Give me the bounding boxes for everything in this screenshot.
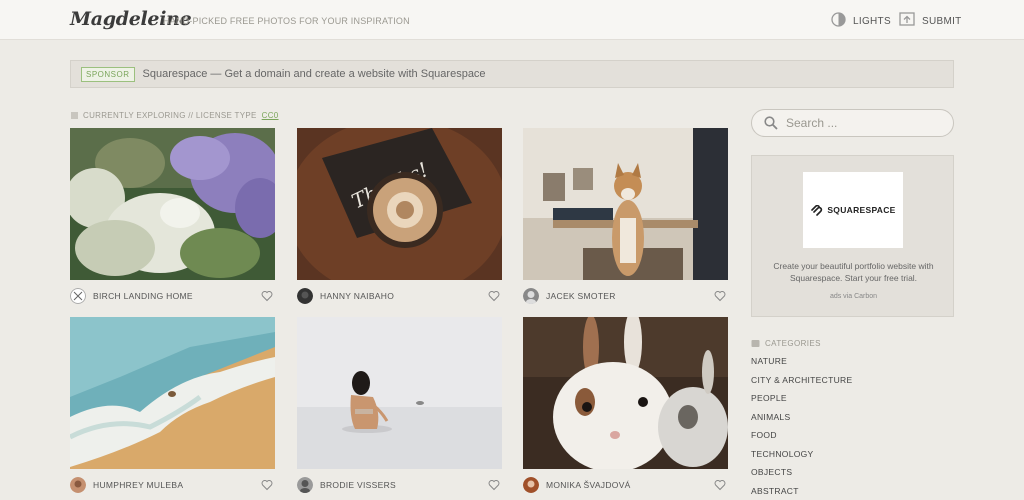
category-item[interactable]: TECHNOLOGY xyxy=(751,449,852,469)
nav-lights-label: LIGHTS xyxy=(853,15,891,27)
sponsor-badge: SPONSOR xyxy=(81,66,135,82)
submit-icon xyxy=(899,12,915,30)
avatar[interactable] xyxy=(70,477,86,493)
photo-card: MONIKA ŠVAJDOVÁ xyxy=(523,317,728,495)
heart-icon[interactable] xyxy=(261,290,273,302)
squarespace-logo-icon xyxy=(811,204,823,216)
top-bar: Magdeleine HAND-PICKED FREE PHOTOS FOR Y… xyxy=(0,0,1024,40)
photo-card: Thanks! HANNY NAIBAHO xyxy=(297,128,502,306)
license-link[interactable]: CC0 xyxy=(262,111,279,120)
lights-icon xyxy=(831,12,846,30)
categories-header: CATEGORIES xyxy=(751,339,821,348)
carbon-ad: SQUARESPACE Create your beautiful portfo… xyxy=(751,155,954,317)
search-input[interactable] xyxy=(786,116,936,130)
search-box[interactable] xyxy=(751,109,954,137)
author-name[interactable]: JACEK SMOTER xyxy=(546,291,714,301)
photo-image[interactable] xyxy=(70,317,275,469)
photo-image[interactable] xyxy=(297,317,502,469)
heart-icon[interactable] xyxy=(488,479,500,491)
author-name[interactable]: HANNY NAIBAHO xyxy=(320,291,488,301)
ad-logo[interactable]: SQUARESPACE xyxy=(803,172,903,248)
avatar[interactable] xyxy=(297,477,313,493)
heart-icon[interactable] xyxy=(261,479,273,491)
ad-brand: SQUARESPACE xyxy=(827,205,896,215)
nav-submit-label: SUBMIT xyxy=(922,15,962,27)
photo-image[interactable] xyxy=(523,317,728,469)
category-item[interactable]: ABSTRACT xyxy=(751,486,852,500)
photo-card: BIRCH LANDING HOME xyxy=(70,128,275,306)
photo-image[interactable]: Thanks! xyxy=(297,128,502,280)
sponsor-link[interactable]: Squarespace — Get a domain and create a … xyxy=(143,68,486,80)
photo-card: JACEK SMOTER xyxy=(523,128,728,306)
site-tagline: HAND-PICKED FREE PHOTOS FOR YOUR INSPIRA… xyxy=(163,16,410,26)
heart-icon[interactable] xyxy=(714,290,726,302)
category-item[interactable]: OBJECTS xyxy=(751,468,852,487)
author-name[interactable]: BIRCH LANDING HOME xyxy=(93,291,261,301)
avatar[interactable] xyxy=(523,288,539,304)
author-name[interactable]: MONIKA ŠVAJDOVÁ xyxy=(546,480,714,490)
ad-text[interactable]: Create your beautiful portfolio website … xyxy=(760,260,947,284)
nav-submit[interactable]: SUBMIT xyxy=(899,12,962,30)
search-icon xyxy=(764,116,778,130)
category-item[interactable]: NATURE xyxy=(751,357,852,376)
photo-card: BRODIE VISSERS xyxy=(297,317,502,495)
category-item[interactable]: ANIMALS xyxy=(751,412,852,432)
exploring-square-icon xyxy=(71,112,78,119)
category-list: NATURE CITY & ARCHITECTURE PEOPLE ANIMAL… xyxy=(751,357,852,500)
heart-icon[interactable] xyxy=(714,479,726,491)
photo-image[interactable] xyxy=(70,128,275,280)
photo-card: HUMPHREY MULEBA xyxy=(70,317,275,495)
author-name[interactable]: HUMPHREY MULEBA xyxy=(93,480,261,490)
nav-lights[interactable]: LIGHTS xyxy=(831,12,891,30)
ad-via-link[interactable]: ads via Carbon xyxy=(752,293,955,300)
photo-image[interactable] xyxy=(523,128,728,280)
exploring-prefix: CURRENTLY EXPLORING // LICENSE TYPE xyxy=(83,111,257,120)
categories-icon xyxy=(751,340,760,347)
category-item[interactable]: FOOD xyxy=(751,431,852,450)
avatar[interactable] xyxy=(70,288,86,304)
avatar[interactable] xyxy=(523,477,539,493)
category-item[interactable]: PEOPLE xyxy=(751,394,852,413)
sponsor-bar[interactable]: SPONSOR Squarespace — Get a domain and c… xyxy=(70,60,954,88)
author-name[interactable]: BRODIE VISSERS xyxy=(320,480,488,490)
heart-icon[interactable] xyxy=(488,290,500,302)
category-item[interactable]: CITY & ARCHITECTURE xyxy=(751,375,852,395)
avatar[interactable] xyxy=(297,288,313,304)
categories-title: CATEGORIES xyxy=(765,339,821,348)
exploring-label: CURRENTLY EXPLORING // LICENSE TYPE CC0 xyxy=(71,111,279,120)
